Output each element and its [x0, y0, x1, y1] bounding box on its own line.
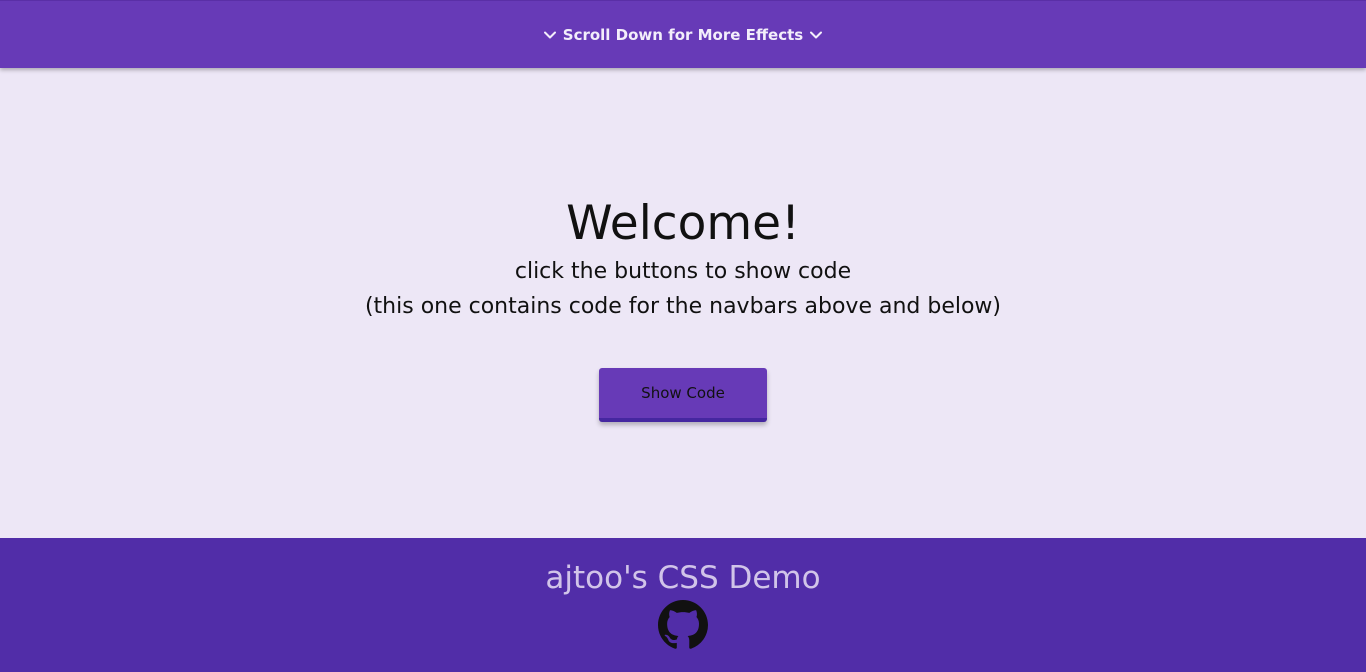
scroll-down-link[interactable]: Scroll Down for More Effects — [543, 26, 823, 44]
navbar-note-text: (this one contains code for the navbars … — [364, 294, 1002, 319]
chevron-down-icon — [543, 28, 557, 42]
top-navbar: Scroll Down for More Effects — [0, 0, 1366, 68]
instruction-text: click the buttons to show code — [514, 259, 852, 284]
welcome-heading: Welcome! — [566, 196, 800, 251]
footer-navbar: ajtoo's CSS Demo — [0, 538, 1366, 672]
show-code-button[interactable]: Show Code — [599, 368, 767, 422]
main-section: Welcome! click the buttons to show code … — [0, 68, 1366, 538]
github-icon[interactable] — [658, 600, 708, 650]
scroll-down-label: Scroll Down for More Effects — [562, 25, 804, 44]
chevron-down-icon — [809, 28, 823, 42]
footer-title: ajtoo's CSS Demo — [545, 560, 821, 596]
